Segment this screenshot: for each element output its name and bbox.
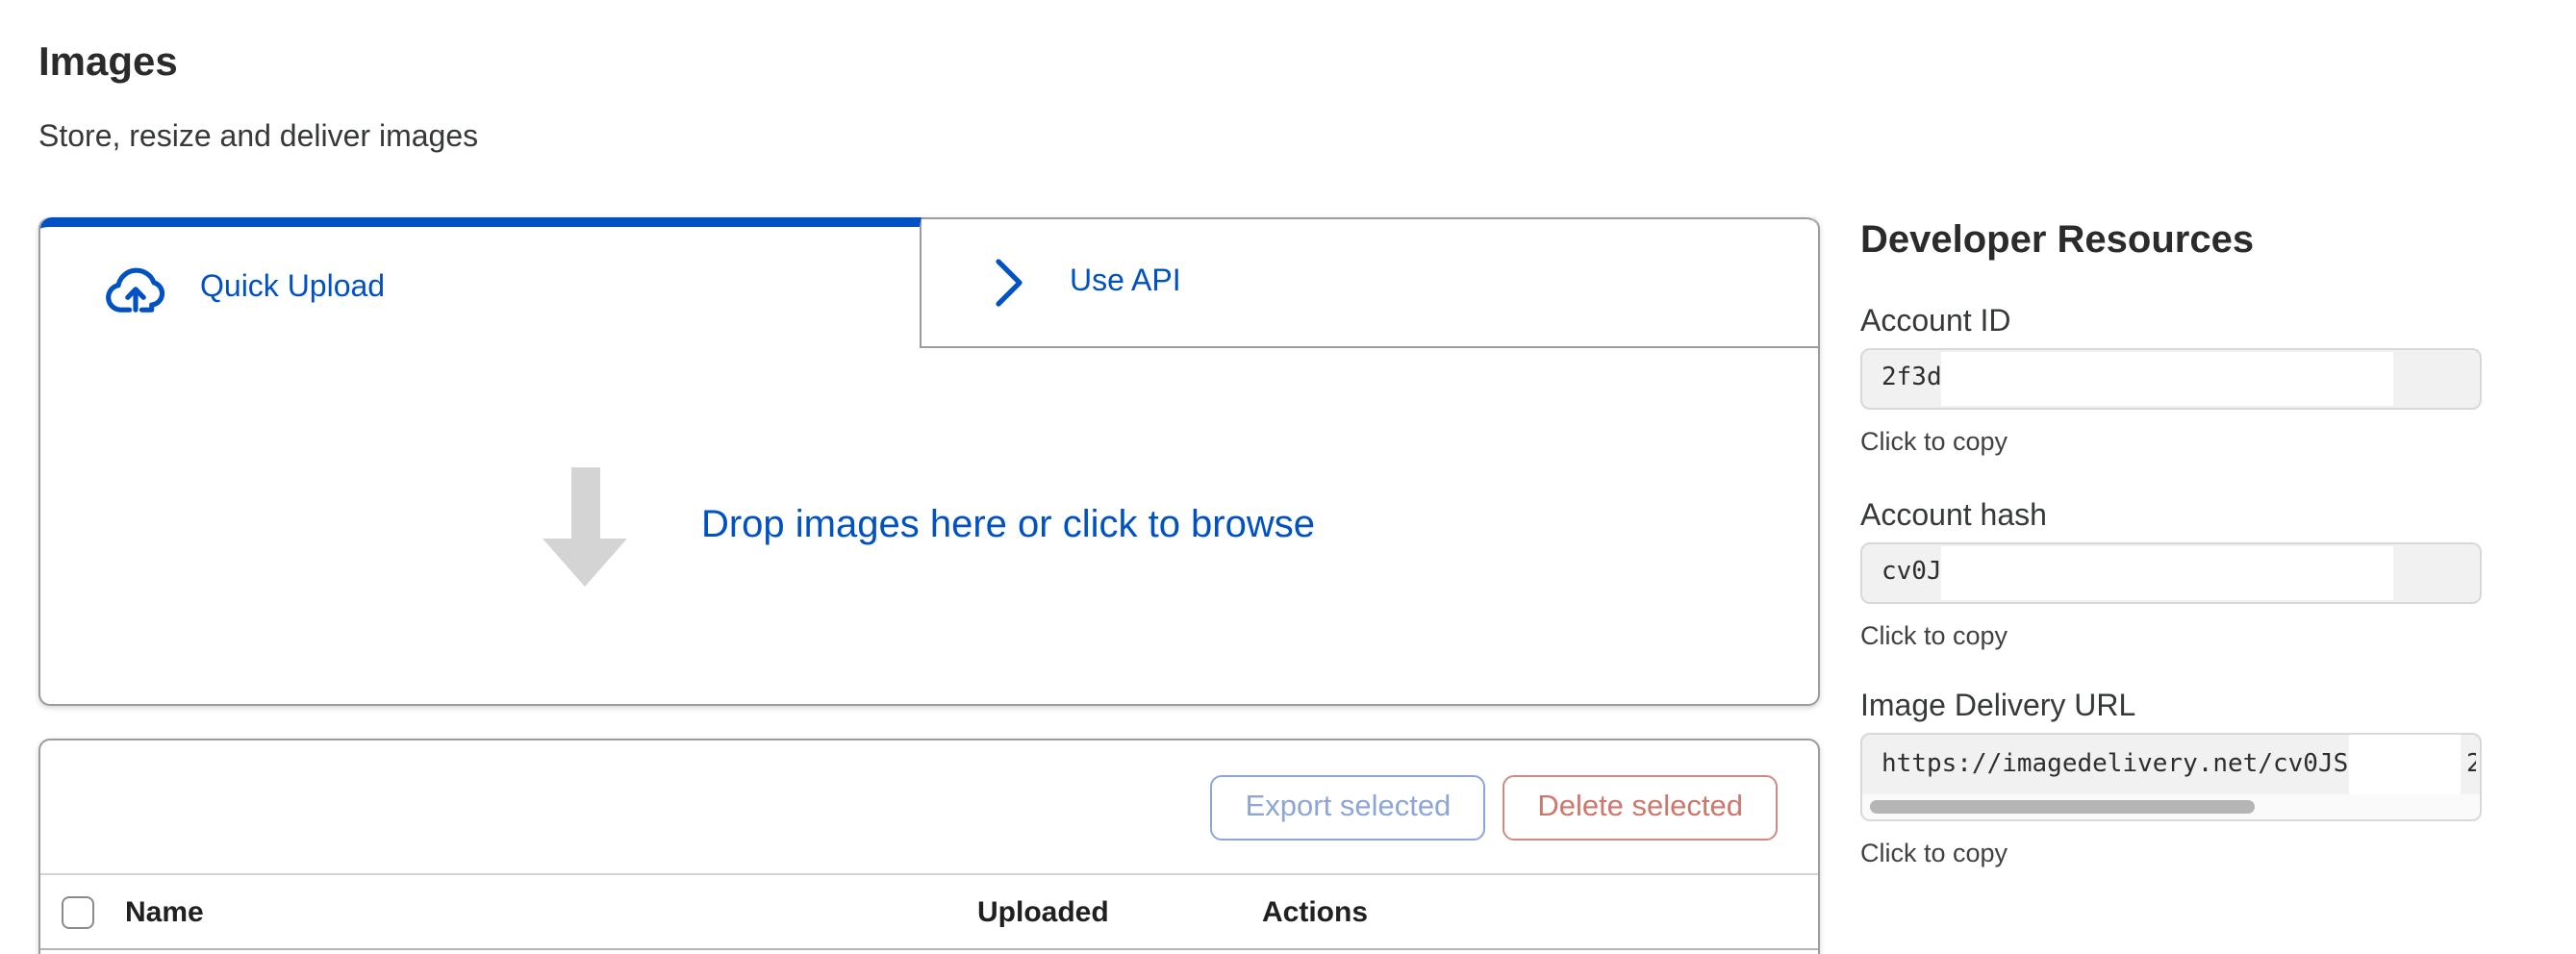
account-id-field[interactable]: 2f3d [1860,348,2482,410]
developer-resources-panel: Developer Resources Account ID 2f3d Clic… [1860,217,2482,869]
column-header-actions: Actions [1262,895,1368,928]
tab-use-api[interactable]: Use API [922,217,1818,348]
cloud-upload-icon [106,262,165,314]
account-hash-field[interactable]: cv0J [1860,542,2482,604]
account-hash-label: Account hash [1860,498,2482,535]
tab-use-api-label: Use API [1070,265,1181,300]
developer-resources-title: Developer Resources [1860,217,2482,264]
delete-selected-button[interactable]: Delete selected [1503,774,1778,840]
account-id-copy-hint: Click to copy [1860,427,2482,458]
export-selected-button[interactable]: Export selected [1211,774,1486,840]
page-head: Images Store, resize and deliver images [38,38,478,158]
table-toolbar: Export selected Delete selected [40,741,1818,873]
redaction-overlay [2348,735,2461,796]
page-subtitle: Store, resize and deliver images [38,119,478,158]
horizontal-scrollbar [1862,794,2480,819]
down-arrow-icon [543,466,628,586]
dropzone-label: Drop images here or click to browse [701,504,1315,548]
image-delivery-url-field[interactable]: https://imagedelivery.net/cv0JS 2 [1860,733,2482,821]
tab-quick-upload[interactable]: Quick Upload [40,217,922,348]
redaction-overlay [1942,546,2393,600]
redaction-overlay [1942,352,2393,406]
select-all-checkbox[interactable] [62,895,94,928]
account-hash-copy-hint: Click to copy [1860,621,2482,652]
dropzone[interactable]: Drop images here or click to browse [40,348,1818,704]
column-header-name: Name [125,895,204,928]
column-header-uploaded: Uploaded [977,895,1109,928]
horizontal-scrollbar-thumb[interactable] [1870,800,2255,814]
account-id-label: Account ID [1860,304,2482,340]
images-page: Images Store, resize and deliver images … [0,0,2576,954]
url-edge-fragment: 2 [2466,735,2476,796]
upload-card: Quick Upload Use API Drop images here or… [38,217,1820,706]
table-header-row: Name Uploaded Actions [40,873,1818,950]
images-table-card: Export selected Delete selected Name Upl… [38,739,1820,954]
image-delivery-url-copy-hint: Click to copy [1860,839,2482,869]
tab-bar: Quick Upload Use API [40,217,1818,348]
image-delivery-url-label: Image Delivery URL [1860,689,2482,725]
chevron-right-icon [985,254,1031,312]
page-title: Images [38,38,478,88]
tab-quick-upload-label: Quick Upload [200,270,385,305]
